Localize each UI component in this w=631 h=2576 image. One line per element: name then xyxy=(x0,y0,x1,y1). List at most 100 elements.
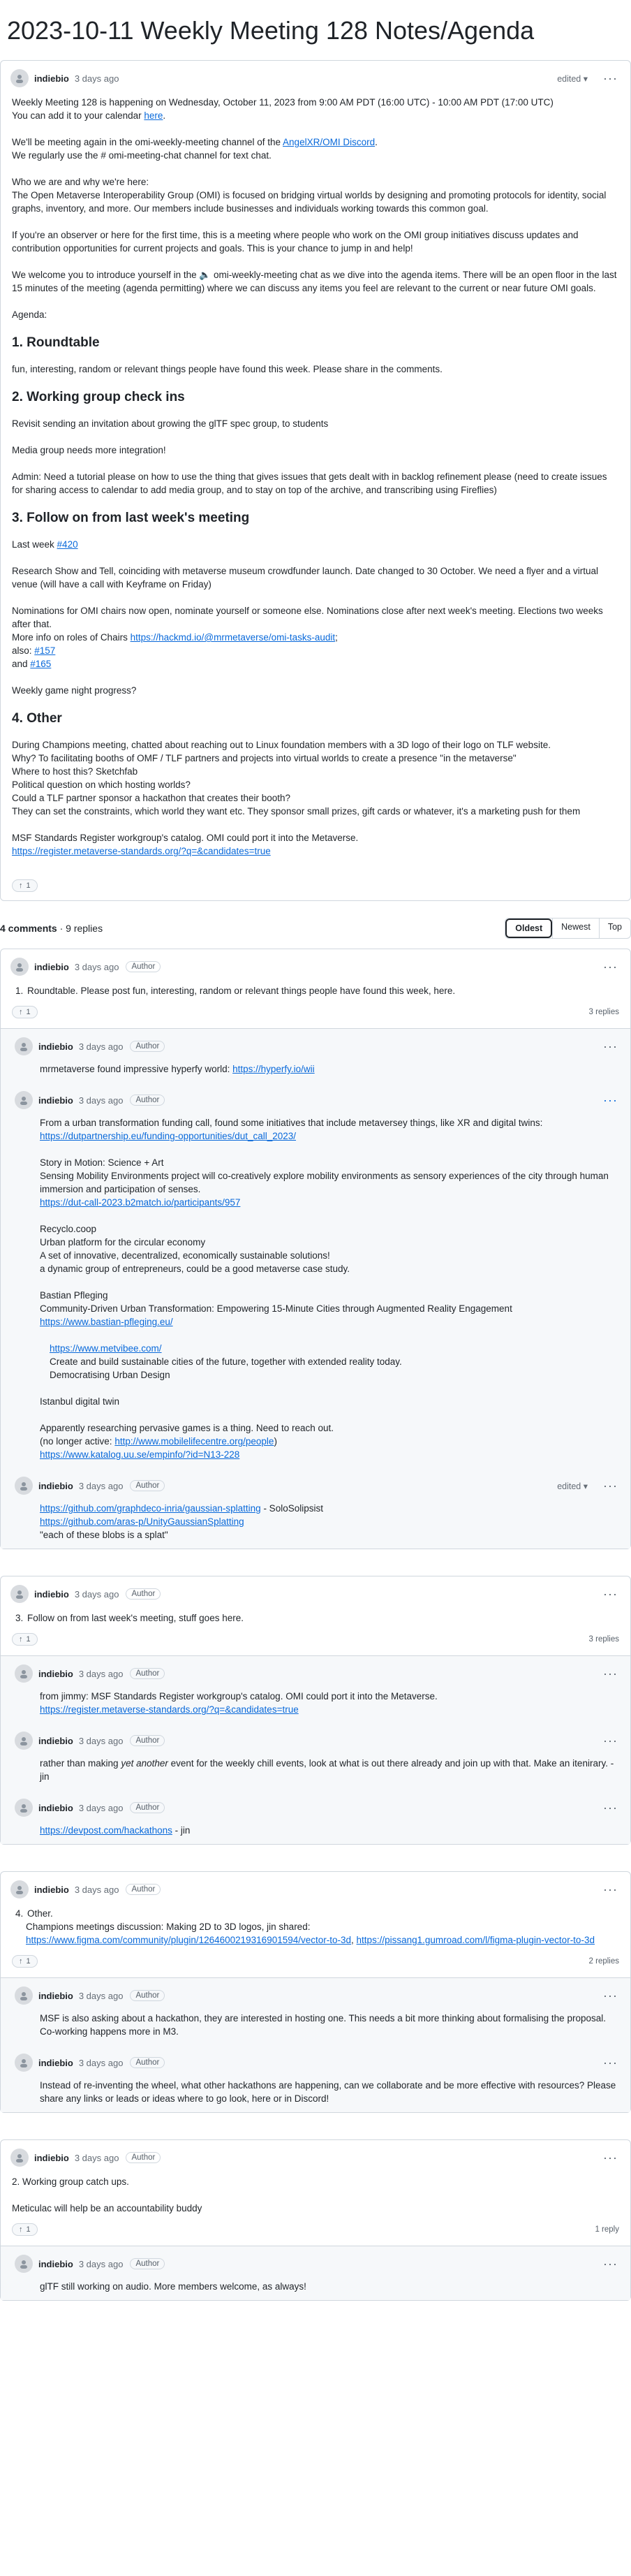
post-text: During Champions meeting, chatted about … xyxy=(12,740,551,750)
reply-author[interactable]: indiebio xyxy=(38,2058,73,2068)
comment-author[interactable]: indiebio xyxy=(34,2153,69,2163)
issue-link[interactable]: #165 xyxy=(30,659,51,669)
discord-link[interactable]: AngelXR/OMI Discord xyxy=(283,137,375,147)
upvote-button[interactable]: ↑ 1 xyxy=(12,1955,38,1968)
post-text: fun, interesting, random or relevant thi… xyxy=(12,364,443,374)
avatar[interactable] xyxy=(15,1799,33,1817)
author-badge: Author xyxy=(130,1990,165,2001)
comment-author[interactable]: indiebio xyxy=(34,962,69,972)
msf-register-link[interactable]: https://register.metaverse-standards.org… xyxy=(40,1704,299,1715)
reply-author[interactable]: indiebio xyxy=(38,1481,73,1491)
more-options-icon[interactable]: ··· xyxy=(600,2056,621,2069)
more-options-icon[interactable]: ··· xyxy=(600,1479,621,1492)
more-options-icon[interactable]: ··· xyxy=(600,1040,621,1053)
author-badge: Author xyxy=(130,1735,165,1746)
dut-link[interactable]: https://dutpartnership.eu/funding-opport… xyxy=(40,1131,296,1141)
avatar[interactable] xyxy=(10,69,29,87)
upvote-button[interactable]: ↑ 1 xyxy=(12,879,38,892)
post-text: If you're an observer or here for the fi… xyxy=(12,230,579,254)
reply-time[interactable]: 3 days ago xyxy=(79,1803,124,1813)
hyperfy-link[interactable]: https://hyperfy.io/wii xyxy=(232,1064,315,1074)
more-options-icon[interactable]: ··· xyxy=(600,1094,621,1106)
b2match-link[interactable]: https://dut-call-2023.b2match.io/partici… xyxy=(40,1197,240,1208)
reply-author[interactable]: indiebio xyxy=(38,1669,73,1679)
edited-dropdown[interactable]: edited ▾ xyxy=(557,73,588,84)
edited-dropdown[interactable]: edited ▾ xyxy=(557,1481,588,1491)
msf-register-link[interactable]: https://register.metaverse-standards.org… xyxy=(12,846,271,856)
avatar[interactable] xyxy=(15,1986,33,2005)
more-options-icon[interactable]: ··· xyxy=(600,1588,621,1600)
reply-time[interactable]: 3 days ago xyxy=(79,1736,124,1746)
avatar[interactable] xyxy=(15,1732,33,1750)
avatar[interactable] xyxy=(15,2054,33,2072)
avatar[interactable] xyxy=(10,2149,29,2167)
avatar[interactable] xyxy=(15,1091,33,1109)
unity-gaussian-link[interactable]: https://github.com/aras-p/UnityGaussianS… xyxy=(40,1516,244,1527)
sort-oldest-button[interactable]: Oldest xyxy=(505,919,553,938)
upvote-button[interactable]: ↑ 1 xyxy=(12,1006,38,1018)
reply-time[interactable]: 3 days ago xyxy=(79,2058,124,2068)
reply-time[interactable]: 3 days ago xyxy=(79,1669,124,1679)
reply-text: glTF still working on audio. More member… xyxy=(40,2281,306,2292)
upvote-button[interactable]: ↑ 1 xyxy=(12,1633,38,1646)
author-badge: Author xyxy=(130,2258,165,2269)
post-time[interactable]: 3 days ago xyxy=(75,73,119,84)
issue-link[interactable]: #420 xyxy=(57,539,78,550)
reply-author[interactable]: indiebio xyxy=(38,1736,73,1746)
reply-time[interactable]: 3 days ago xyxy=(79,1095,124,1106)
mobilelife-link[interactable]: http://www.mobilelifecentre.org/people xyxy=(114,1436,274,1447)
reply-author[interactable]: indiebio xyxy=(38,1095,73,1106)
avatar[interactable] xyxy=(10,1585,29,1603)
replies-list: indiebio 3 days ago Author ··· from jimm… xyxy=(1,1655,630,1844)
comment-time[interactable]: 3 days ago xyxy=(75,962,119,972)
post-author[interactable]: indiebio xyxy=(34,73,69,84)
hackmd-link[interactable]: https://hackmd.io/@mrmetaverse/omi-tasks… xyxy=(131,632,336,643)
avatar[interactable] xyxy=(15,2255,33,2273)
more-options-icon[interactable]: ··· xyxy=(600,1801,621,1814)
reply-author[interactable]: indiebio xyxy=(38,2259,73,2269)
calendar-link[interactable]: here xyxy=(144,110,163,121)
reply-author[interactable]: indiebio xyxy=(38,1803,73,1813)
more-options-icon[interactable]: ··· xyxy=(600,1989,621,2002)
more-options-icon[interactable]: ··· xyxy=(600,2151,621,2164)
comment-thread: indiebio 3 days ago Author ··· Roundtabl… xyxy=(0,949,631,1549)
avatar[interactable] xyxy=(10,1880,29,1898)
avatar[interactable] xyxy=(15,1037,33,1055)
reply-body: https://devpost.com/hackathons - jin xyxy=(15,1821,630,1844)
more-options-icon[interactable]: ··· xyxy=(600,960,621,973)
post-text-span: We'll be meeting again in the omi-weekly… xyxy=(12,137,283,147)
more-options-icon[interactable]: ··· xyxy=(600,72,621,85)
gumroad-link[interactable]: https://pissang1.gumroad.com/l/figma-plu… xyxy=(357,1935,595,1945)
arrow-up-icon: ↑ xyxy=(19,1008,23,1016)
devpost-link[interactable]: https://devpost.com/hackathons xyxy=(40,1825,172,1836)
more-options-icon[interactable]: ··· xyxy=(600,1883,621,1896)
comment-author[interactable]: indiebio xyxy=(34,1885,69,1895)
reply-author[interactable]: indiebio xyxy=(38,1041,73,1052)
comment-time[interactable]: 3 days ago xyxy=(75,2153,119,2163)
gaussian-splatting-link[interactable]: https://github.com/graphdeco-inria/gauss… xyxy=(40,1503,261,1514)
upvote-button[interactable]: ↑ 1 xyxy=(12,2223,38,2236)
pfleging-link[interactable]: https://www.bastian-pfleging.eu/ xyxy=(40,1317,173,1327)
avatar[interactable] xyxy=(15,1664,33,1683)
issue-link[interactable]: #157 xyxy=(34,645,55,656)
reply-time[interactable]: 3 days ago xyxy=(79,1041,124,1052)
comment-author[interactable]: indiebio xyxy=(34,1589,69,1600)
reply-time[interactable]: 3 days ago xyxy=(79,2259,124,2269)
sort-newest-button[interactable]: Newest xyxy=(552,919,599,938)
more-options-icon[interactable]: ··· xyxy=(600,2257,621,2270)
sort-top-button[interactable]: Top xyxy=(598,919,630,938)
comment-time[interactable]: 3 days ago xyxy=(75,1589,119,1600)
upvote-count: 1 xyxy=(26,2225,31,2234)
avatar[interactable] xyxy=(15,1477,33,1495)
figma-plugin-link[interactable]: https://www.figma.com/community/plugin/1… xyxy=(26,1935,351,1945)
reply-author[interactable]: indiebio xyxy=(38,1991,73,2001)
more-options-icon[interactable]: ··· xyxy=(600,1734,621,1747)
more-options-icon[interactable]: ··· xyxy=(600,1667,621,1680)
reply-link-row: https://www.metvibee.com/ xyxy=(40,1342,621,1355)
avatar[interactable] xyxy=(10,958,29,976)
katalog-link[interactable]: https://www.katalog.uu.se/empinfo/?id=N1… xyxy=(40,1449,239,1460)
metvibee-link[interactable]: https://www.metvibee.com/ xyxy=(50,1343,162,1354)
reply-time[interactable]: 3 days ago xyxy=(79,1481,124,1491)
reply-time[interactable]: 3 days ago xyxy=(79,1991,124,2001)
comment-time[interactable]: 3 days ago xyxy=(75,1885,119,1895)
